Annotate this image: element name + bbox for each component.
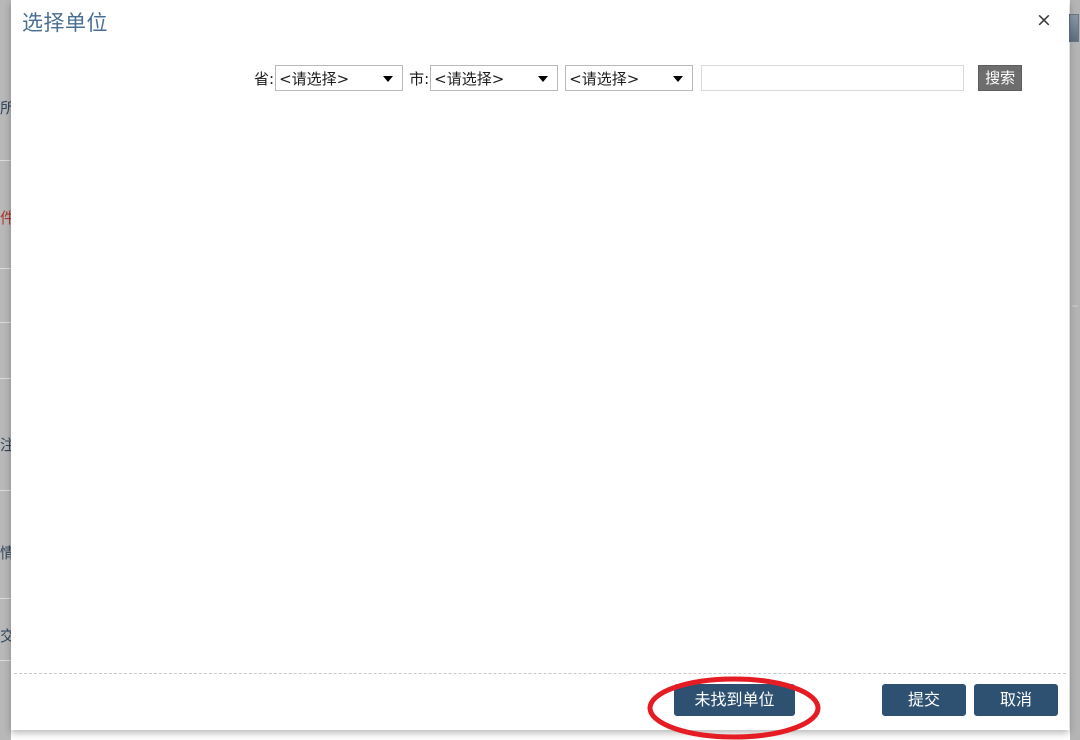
background-scrollbar-tick xyxy=(1072,305,1078,307)
unit-not-found-button[interactable]: 未找到单位 xyxy=(674,684,795,716)
chevron-down-icon xyxy=(673,76,684,82)
district-select-value: <请选择> xyxy=(569,69,640,88)
keyword-search-input[interactable] xyxy=(701,65,965,91)
background-scrollbar-thumb[interactable] xyxy=(1069,14,1079,42)
district-select[interactable]: <请选择> xyxy=(565,65,694,91)
chevron-down-icon xyxy=(538,76,549,82)
dialog-title: 选择单位 xyxy=(22,11,108,35)
cancel-button[interactable]: 取消 xyxy=(974,684,1058,716)
dialog-footer: 未找到单位 提交 取消 xyxy=(11,674,1069,730)
province-select-value: <请选择> xyxy=(279,69,350,88)
submit-button[interactable]: 提交 xyxy=(882,684,966,716)
unit-results-area xyxy=(11,100,1069,664)
city-select[interactable]: <请选择> xyxy=(430,65,559,91)
city-select-value: <请选择> xyxy=(434,69,505,88)
dialog-header: 选择单位 × xyxy=(11,0,1069,46)
close-icon[interactable]: × xyxy=(1033,9,1055,31)
province-select[interactable]: <请选择> xyxy=(275,65,404,91)
search-button[interactable]: 搜索 xyxy=(978,65,1023,91)
city-label: 市: xyxy=(409,69,430,88)
filter-toolbar: 省: <请选择> 市: <请选择> <请选择> 搜索 xyxy=(11,62,1069,94)
select-unit-dialog: 选择单位 × 省: <请选择> 市: <请选择> <请选择> 搜索 未找到单位 … xyxy=(11,0,1069,730)
province-label: 省: xyxy=(254,69,275,88)
background-right-gutter xyxy=(1070,0,1080,740)
chevron-down-icon xyxy=(383,76,394,82)
